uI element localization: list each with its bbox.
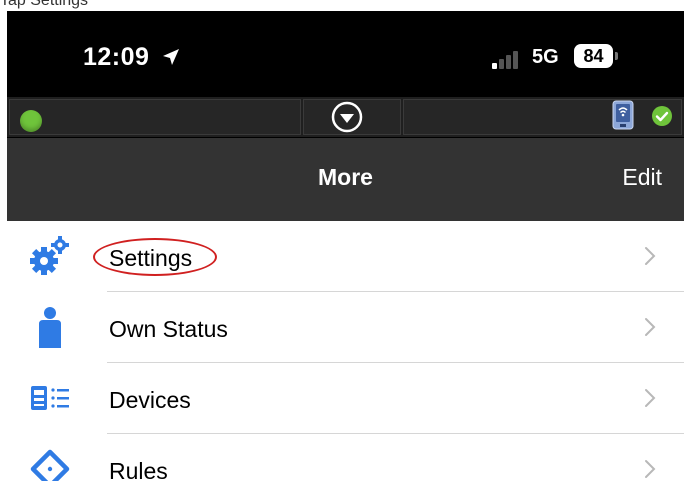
chevron-right-icon (645, 460, 656, 478)
chevron-right-icon (645, 389, 656, 407)
chevron-right-icon (645, 318, 656, 336)
status-segment-left (9, 99, 301, 135)
gateway-device-icon (612, 100, 634, 130)
navigation-bar: More Edit (7, 138, 684, 221)
more-menu-list: Settings Own Status Devices Rules (7, 221, 684, 481)
menu-item-label: Devices (109, 387, 191, 413)
network-type: 5G (532, 46, 559, 68)
app-status-strip (7, 97, 684, 138)
settings-gears-icon (30, 236, 69, 275)
status-segment-right (403, 99, 682, 135)
menu-item-own-status[interactable]: Own Status (7, 292, 684, 363)
status-ok-check-icon (652, 106, 672, 126)
devices-list-icon (31, 386, 69, 410)
connection-status-dot-icon (20, 110, 42, 132)
clock-time: 12:09 (83, 43, 150, 71)
status-segment-middle[interactable] (303, 99, 401, 135)
instruction-caption: Tap Settings (0, 0, 89, 9)
menu-item-label: Own Status (109, 316, 228, 342)
menu-item-devices[interactable]: Devices (7, 363, 684, 434)
ios-status-bar: 12:09 5G 84 (7, 11, 684, 97)
edit-button[interactable]: Edit (622, 164, 662, 191)
chevron-right-icon (645, 247, 656, 265)
menu-item-label: Rules (109, 458, 168, 481)
phone-screen: 12:09 5G 84 More Edit Settings Own Statu… (7, 11, 684, 481)
highlight-annotation-oval (93, 238, 217, 276)
dropdown-circle-icon[interactable] (330, 100, 364, 134)
person-icon (39, 307, 61, 348)
menu-item-settings[interactable]: Settings (7, 221, 684, 292)
location-arrow-icon (163, 49, 179, 65)
page-title: More (318, 164, 373, 190)
cellular-signal-icon (492, 49, 522, 69)
menu-item-rules[interactable]: Rules (7, 434, 684, 481)
rules-diamond-icon (30, 449, 70, 481)
battery-tip (615, 52, 618, 60)
battery-level: 84 (574, 44, 613, 68)
